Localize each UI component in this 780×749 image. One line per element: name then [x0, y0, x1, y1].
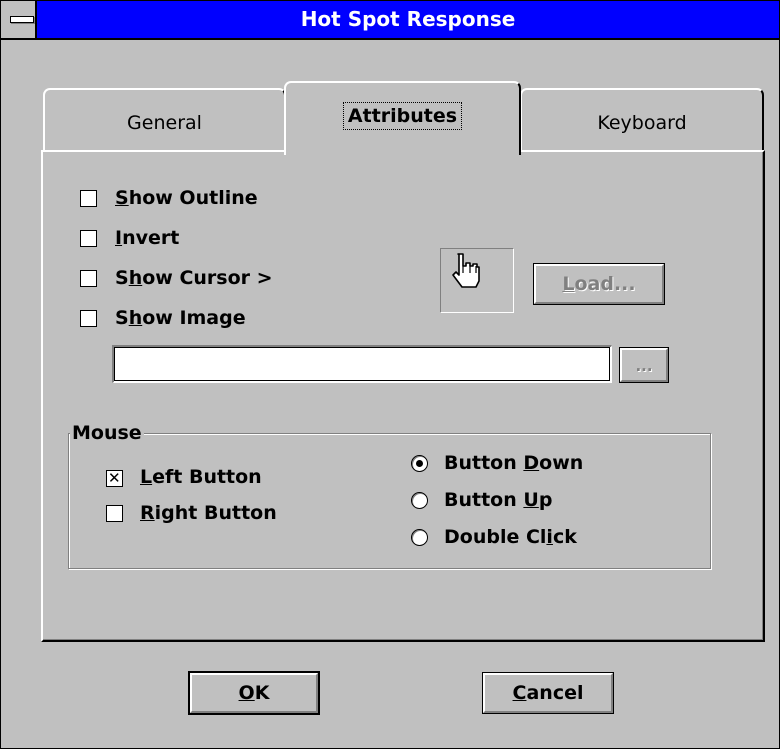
- mouse-group-title: Mouse: [70, 422, 144, 444]
- title-bar[interactable]: Hot Spot Response: [1, 1, 779, 40]
- tab-panel-attributes: [41, 150, 765, 642]
- system-menu-button[interactable]: [1, 1, 37, 38]
- tab-keyboard-label: Keyboard: [597, 112, 687, 134]
- cancel-button[interactable]: Cancel: [482, 672, 614, 714]
- system-menu-icon: [10, 16, 34, 23]
- window-title: Hot Spot Response: [300, 7, 516, 31]
- ok-button[interactable]: OK: [188, 671, 320, 715]
- tab-general[interactable]: General: [43, 88, 286, 152]
- tab-attributes-label: Attributes: [342, 102, 463, 130]
- tab-general-label: General: [127, 112, 202, 134]
- tab-keyboard[interactable]: Keyboard: [520, 88, 764, 152]
- tab-attributes[interactable]: Attributes: [284, 81, 521, 155]
